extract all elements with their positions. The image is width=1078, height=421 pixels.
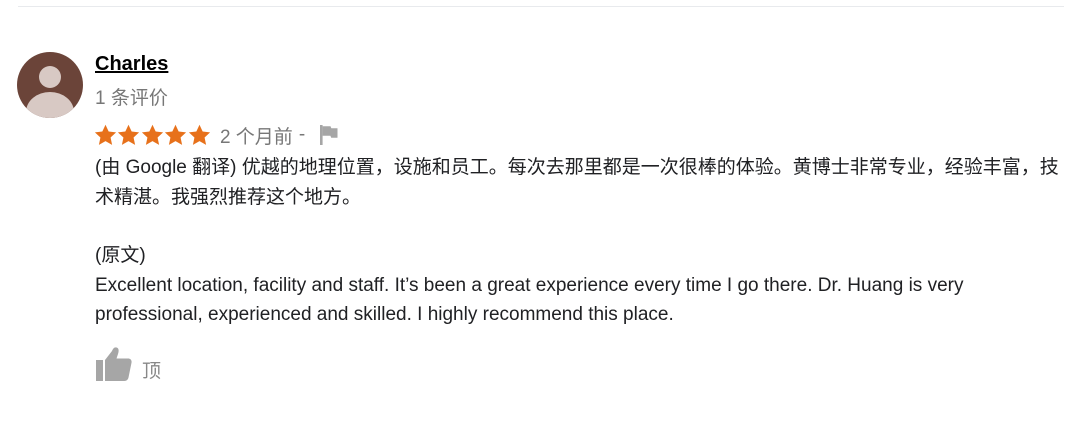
star-icon xyxy=(164,124,187,146)
like-label[interactable]: 顶 xyxy=(142,356,161,383)
translated-text: (由 Google 翻译) 优越的地理位置，设施和员工。每次去那里都是一次很棒的… xyxy=(95,157,1059,208)
reviewer-name-link[interactable]: Charles xyxy=(95,53,168,76)
star-rating xyxy=(94,123,211,147)
star-icon xyxy=(117,124,140,146)
flag-icon[interactable] xyxy=(319,124,339,146)
avatar-head xyxy=(39,66,61,88)
thumbs-up-icon[interactable] xyxy=(95,346,133,382)
star-icon xyxy=(188,124,211,146)
avatar[interactable] xyxy=(17,52,83,118)
separator: - xyxy=(298,124,306,145)
rating-row: 2 个月前 - xyxy=(94,122,339,148)
avatar-body xyxy=(26,92,74,118)
review-date: 2 个月前 xyxy=(219,126,293,148)
review-count: 1 条评价 xyxy=(95,88,168,109)
star-icon xyxy=(94,124,117,146)
original-text: Excellent location, facility and staff. … xyxy=(95,274,964,326)
original-label: (原文) xyxy=(95,245,146,266)
star-icon xyxy=(141,124,164,146)
like-button[interactable]: 顶 xyxy=(95,346,161,382)
divider xyxy=(18,6,1064,7)
review-card: Charles 1 条评价 2 个月前 - (由 Google 翻译) 优越的地… xyxy=(0,0,1078,421)
review-body: (由 Google 翻译) 优越的地理位置，设施和员工。每次去那里都是一次很棒的… xyxy=(95,153,1065,330)
